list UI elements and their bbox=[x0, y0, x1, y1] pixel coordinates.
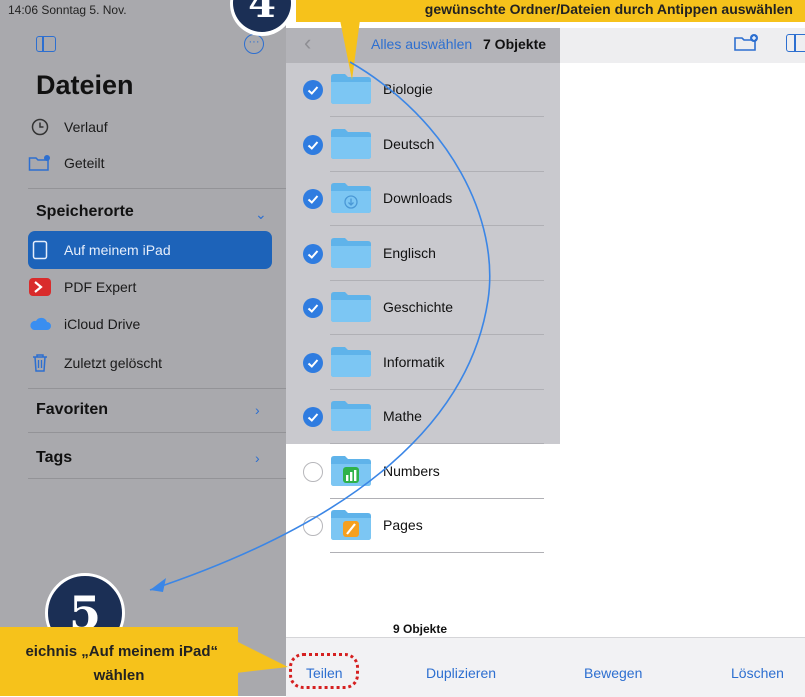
curved-arrow bbox=[149, 61, 491, 592]
